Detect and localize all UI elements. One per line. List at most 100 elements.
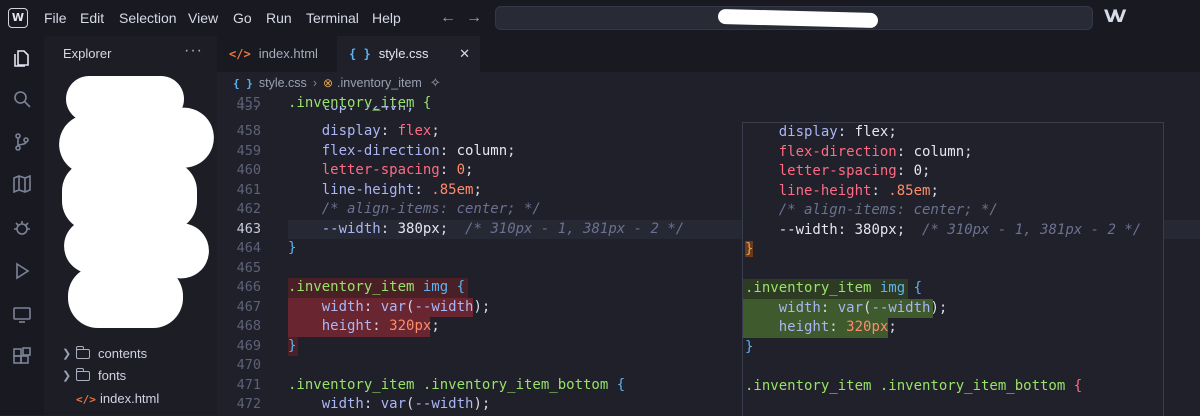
extensions-icon[interactable] (10, 345, 34, 369)
code-brace: { (456, 279, 466, 295)
css-property: display (778, 124, 838, 140)
breadcrumb-symbol[interactable]: .inventory_item (337, 72, 422, 94)
css-value: 380px (854, 221, 897, 238)
tab-style-css[interactable]: { } style.css ✕ (337, 36, 480, 72)
tree-item-label: contents (98, 346, 148, 361)
folder-icon (75, 368, 90, 381)
css-file-icon: { } (233, 76, 253, 90)
code-brace: { (913, 280, 923, 296)
close-icon[interactable]: ✕ (459, 36, 470, 72)
search-icon[interactable] (10, 87, 34, 111)
css-property: flex-direction (321, 142, 440, 159)
code-brace: { (616, 376, 626, 393)
app-logo-icon[interactable]: W (8, 8, 28, 28)
line-number: 461 (236, 181, 261, 198)
menu-view[interactable]: View (188, 0, 218, 36)
line-number: 462 (236, 201, 261, 217)
forward-arrow-icon[interactable]: → (466, 0, 482, 36)
back-arrow-icon[interactable]: ← (440, 0, 456, 36)
chevron-right-icon: ❯ (62, 370, 72, 382)
menu-file[interactable]: File (44, 0, 67, 36)
menu-terminal[interactable]: Terminal (306, 0, 359, 36)
css-value: flex (854, 124, 889, 140)
code-brace: } (745, 241, 754, 257)
css-property: --width (321, 220, 381, 237)
css-value: 0 (913, 163, 923, 179)
css-value: column (456, 142, 508, 159)
css-property: letter-spacing (778, 163, 897, 179)
tree-item-label: fonts (98, 368, 127, 383)
line-number: 471 (236, 376, 261, 393)
css-variable: --width (414, 396, 474, 412)
menu-go[interactable]: Go (233, 0, 252, 36)
line-number: 467 (236, 298, 261, 315)
code-selector: .inventory_item .inventory_item_bottom (745, 377, 1066, 394)
html-file-icon: </> (229, 47, 251, 61)
source-control-icon[interactable] (10, 130, 34, 154)
line-number: 460 (236, 162, 261, 178)
line-number: 470 (236, 357, 261, 373)
more-actions-icon[interactable]: ··· (184, 42, 203, 60)
files-icon[interactable] (10, 46, 34, 70)
html-file-icon: </> (76, 392, 96, 406)
sparkle-icon[interactable]: ✧ (430, 72, 441, 94)
code-text: top: -24vh; (288, 106, 415, 114)
css-value: 0 (456, 162, 466, 178)
tab-label: index.html (258, 46, 318, 61)
css-property: flex-direction (778, 143, 897, 160)
css-property: height (321, 318, 373, 334)
explorer-title: Explorer (63, 46, 112, 61)
menu-selection[interactable]: Selection (119, 0, 177, 36)
css-function: var (380, 396, 407, 412)
debug-icon[interactable] (10, 216, 34, 240)
code-comment: /* 310px - 1, 381px - 2 */ (465, 220, 685, 237)
diff-line: flex-direction: column; (778, 143, 973, 160)
tree-file-index-html[interactable]: </> index.html (62, 388, 159, 410)
inline-diff-peek[interactable]: display: flex; flex-direction: column; l… (742, 122, 1164, 416)
css-property: letter-spacing (321, 162, 440, 178)
code-tag: img (422, 279, 449, 295)
line-number: 472 (236, 396, 261, 412)
css-property: height (778, 319, 830, 335)
code-brace: } (288, 337, 297, 354)
css-property: width (321, 396, 364, 412)
map-icon[interactable] (10, 172, 34, 196)
css-function: var (380, 298, 407, 315)
code-comment: /* 310px - 1, 381px - 2 */ (922, 221, 1142, 238)
selector-symbol-icon: ⊗ (322, 76, 334, 90)
css-value: column (913, 143, 965, 160)
menu-help[interactable]: Help (372, 0, 401, 36)
diff-line: } (743, 338, 1163, 358)
tree-item-label: index.html (100, 391, 160, 406)
css-property: width (778, 299, 821, 316)
code-comment: /* align-items: center; */ (778, 202, 998, 218)
diff-line: /* align-items: center; */ (743, 201, 1163, 221)
tab-index-html[interactable]: </> index.html (217, 36, 337, 72)
line-number: 459 (236, 142, 261, 159)
diff-line: } (743, 240, 1163, 260)
code-brace: } (288, 240, 297, 256)
menu-edit[interactable]: Edit (80, 0, 104, 36)
diff-line-added: width: var(--width); (743, 298, 1163, 318)
remote-icon[interactable] (10, 302, 34, 326)
explorer-panel: Explorer ··· ❯ contents ❯ fonts </> inde… (44, 36, 217, 415)
diff-line: display: flex; (778, 124, 897, 140)
title-bar: W File Edit Selection View Go Run Termin… (0, 0, 1200, 36)
tab-label: style.css (378, 46, 429, 61)
css-property: line-height (321, 181, 415, 198)
editor-tabs: </> index.html { } style.css ✕ (217, 36, 1200, 72)
run-icon[interactable] (10, 259, 34, 283)
css-value: 320px (846, 319, 889, 335)
breadcrumb-file[interactable]: style.css (259, 72, 307, 94)
menu-run[interactable]: Run (266, 0, 292, 36)
diff-line: letter-spacing: 0; (778, 163, 931, 179)
css-function: var (837, 299, 864, 316)
css-file-icon: { } (349, 47, 371, 61)
line-number: 465 (236, 259, 261, 276)
css-variable: --width (414, 298, 474, 315)
folder-icon (75, 346, 90, 359)
tree-folder-contents[interactable]: ❯ contents (62, 343, 147, 365)
diff-line: --width: 380px; /* 310px - 1, 381px - 2 … (778, 221, 1142, 238)
tree-folder-fonts[interactable]: ❯ fonts (62, 365, 126, 387)
css-property: --width (778, 221, 838, 238)
